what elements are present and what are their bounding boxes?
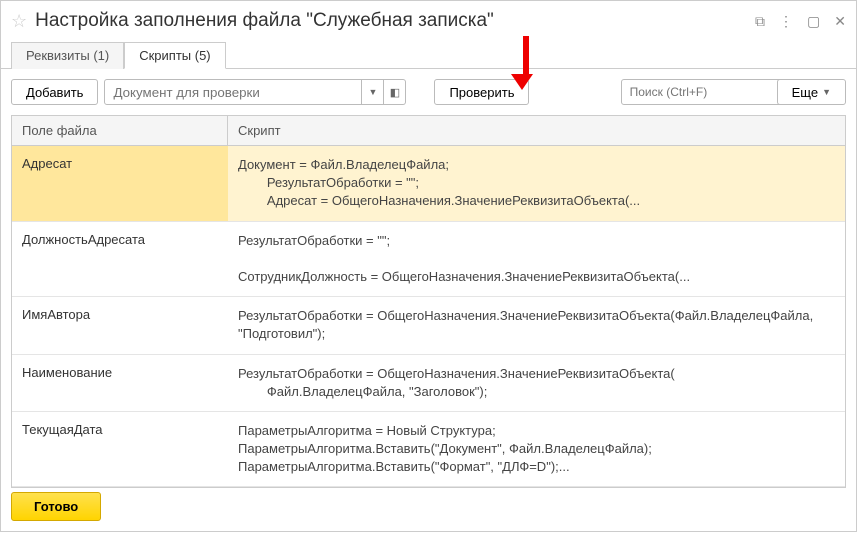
cell-field: Адресат <box>12 146 228 221</box>
dialog-window: ☆ Настройка заполнения файла "Служебная … <box>0 0 857 532</box>
button-label: Добавить <box>26 85 83 100</box>
table-row[interactable]: ТекущаяДатаПараметрыАлгоритма = Новый Ст… <box>12 412 845 488</box>
document-combo: ▼ ◧ <box>104 79 406 105</box>
cell-field: Наименование <box>12 355 228 411</box>
titlebar: ☆ Настройка заполнения файла "Служебная … <box>1 1 856 41</box>
column-script[interactable]: Скрипт <box>228 116 845 145</box>
button-label: Еще <box>792 85 818 100</box>
close-icon[interactable]: ✕ <box>834 13 846 30</box>
kebab-icon[interactable]: ⋮ <box>779 13 793 30</box>
window-title: Настройка заполнения файла "Служебная за… <box>35 10 755 32</box>
ready-button[interactable]: Готово <box>11 492 101 521</box>
link-icon[interactable]: ⧉ <box>755 13 765 30</box>
cell-script: РезультатОбработки = ""; СотрудникДолжно… <box>228 222 845 297</box>
document-input[interactable] <box>104 79 362 105</box>
button-label: Готово <box>34 499 78 514</box>
search-input[interactable] <box>621 79 794 105</box>
cell-field: ТекущаяДата <box>12 412 228 487</box>
add-button[interactable]: Добавить <box>11 79 98 105</box>
search-combo: × <box>621 79 771 105</box>
cell-script: Документ = Файл.ВладелецФайла; Результат… <box>228 146 845 221</box>
scripts-table: Поле файла Скрипт АдресатДокумент = Файл… <box>11 115 846 488</box>
table-row[interactable]: НаименованиеРезультатОбработки = ОбщегоН… <box>12 355 845 412</box>
footer: Готово <box>11 492 101 521</box>
tab-label: Скрипты (5) <box>139 48 210 63</box>
column-field[interactable]: Поле файла <box>12 116 228 145</box>
tabs: Реквизиты (1) Скрипты (5) <box>1 41 856 69</box>
table-row[interactable]: ИмяАвтораРезультатОбработки = ОбщегоНазн… <box>12 297 845 354</box>
maximize-icon[interactable]: ▢ <box>807 13 820 30</box>
tab-scripts[interactable]: Скрипты (5) <box>124 42 225 69</box>
cell-script: РезультатОбработки = ОбщегоНазначения.Зн… <box>228 355 845 411</box>
table-body: АдресатДокумент = Файл.ВладелецФайла; Ре… <box>12 146 845 487</box>
dropdown-icon[interactable]: ▼ <box>362 79 384 105</box>
table-row[interactable]: ДолжностьАдресатаРезультатОбработки = ""… <box>12 222 845 298</box>
titlebar-controls: ⧉ ⋮ ▢ ✕ <box>755 13 846 30</box>
cell-field: ИмяАвтора <box>12 297 228 353</box>
star-icon[interactable]: ☆ <box>11 11 27 32</box>
tab-requisites[interactable]: Реквизиты (1) <box>11 42 124 69</box>
cell-script: ПараметрыАлгоритма = Новый Структура; Па… <box>228 412 845 487</box>
table-row[interactable]: АдресатДокумент = Файл.ВладелецФайла; Ре… <box>12 146 845 222</box>
open-icon[interactable]: ◧ <box>384 79 406 105</box>
toolbar: Добавить ▼ ◧ Проверить × Еще ▼ <box>1 69 856 115</box>
tab-label: Реквизиты (1) <box>26 48 109 63</box>
chevron-down-icon: ▼ <box>822 87 831 97</box>
button-label: Проверить <box>449 85 514 100</box>
table-header: Поле файла Скрипт <box>12 116 845 146</box>
cell-script: РезультатОбработки = ОбщегоНазначения.Зн… <box>228 297 845 353</box>
more-button[interactable]: Еще ▼ <box>777 79 846 105</box>
check-button[interactable]: Проверить <box>434 79 529 105</box>
cell-field: ДолжностьАдресата <box>12 222 228 297</box>
